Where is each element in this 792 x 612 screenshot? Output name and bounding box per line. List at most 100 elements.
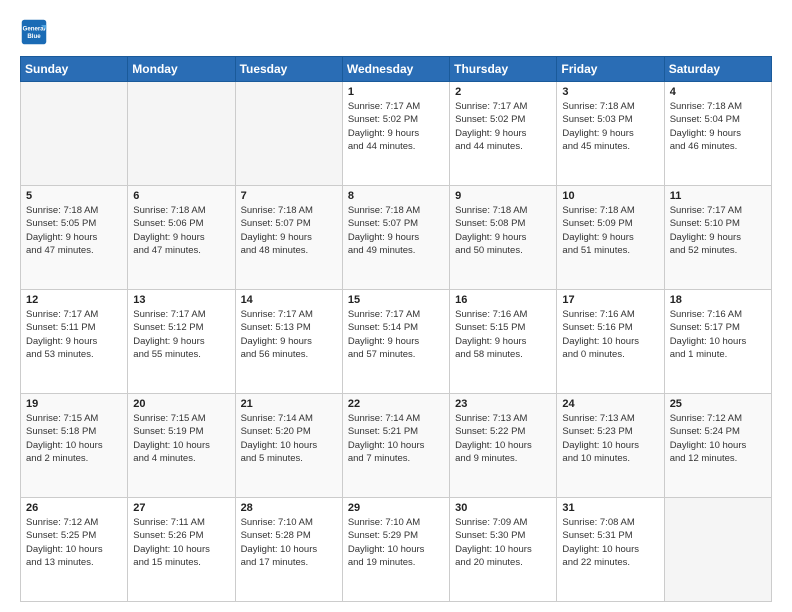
calendar-cell: 21Sunrise: 7:14 AM Sunset: 5:20 PM Dayli… <box>235 394 342 498</box>
day-number: 27 <box>133 502 229 514</box>
calendar-cell: 4 Sunrise: 7:18 AM Sunset: 5:04 PM Daylig… <box>664 82 771 186</box>
calendar-cell: 10Sunrise: 7:18 AM Sunset: 5:09 PM Dayli… <box>557 186 664 290</box>
calendar-cell: 12 Sunrise: 7:17 AM Sunset: 5:11 PM Dayli… <box>21 290 128 394</box>
calendar-cell: 27 Sunrise: 7:11 AM Sunset: 5:26 PM Dayli… <box>128 498 235 602</box>
calendar-cell: 26Sunrise: 7:12 AM Sunset: 5:25 PM Dayli… <box>21 498 128 602</box>
day-info: Sunrise: 7:13 AM Sunset: 5:22 PM Dayligh… <box>455 412 551 465</box>
day-info: Sunrise: 7:16 AM Sunset: 5:15 PM Dayligh… <box>455 308 551 361</box>
weekday-header-wednesday: Wednesday <box>342 57 449 82</box>
day-number: 8 <box>348 190 444 202</box>
day-number: 29 <box>348 502 444 514</box>
calendar-cell: 29Sunrise: 7:10 AM Sunset: 5:29 PM Dayli… <box>342 498 449 602</box>
calendar-cell: 15 Sunrise: 7:17 AM Sunset: 5:14 PM Dayli… <box>342 290 449 394</box>
day-info: Sunrise: 7:16 AM Sunset: 5:17 PM Dayligh… <box>670 308 766 361</box>
calendar-cell: 18 Sunrise: 7:16 AM Sunset: 5:17 PM Dayli… <box>664 290 771 394</box>
day-number: 22 <box>348 398 444 410</box>
calendar-cell: 7 Sunrise: 7:18 AM Sunset: 5:07 PM Daylig… <box>235 186 342 290</box>
day-info: Sunrise: 7:17 AM Sunset: 5:02 PM Dayligh… <box>455 100 551 153</box>
calendar-cell: 28 Sunrise: 7:10 AM Sunset: 5:28 PM Dayli… <box>235 498 342 602</box>
calendar-table: SundayMondayTuesdayWednesdayThursdayFrid… <box>20 56 772 602</box>
calendar-week-2: 5Sunrise: 7:18 AM Sunset: 5:05 PM Daylig… <box>21 186 772 290</box>
calendar-cell: 3 Sunrise: 7:18 AM Sunset: 5:03 PM Daylig… <box>557 82 664 186</box>
day-number: 20 <box>133 398 229 410</box>
day-number: 31 <box>562 502 658 514</box>
day-number: 10 <box>562 190 658 202</box>
calendar-cell: 31 Sunrise: 7:08 AM Sunset: 5:31 PM Dayli… <box>557 498 664 602</box>
day-info: Sunrise: 7:11 AM Sunset: 5:26 PM Dayligh… <box>133 516 229 569</box>
day-info: Sunrise: 7:17 AM Sunset: 5:14 PM Dayligh… <box>348 308 444 361</box>
calendar-cell <box>128 82 235 186</box>
day-info: Sunrise: 7:16 AM Sunset: 5:16 PM Dayligh… <box>562 308 658 361</box>
calendar-cell: 6 Sunrise: 7:18 AM Sunset: 5:06 PM Daylig… <box>128 186 235 290</box>
day-number: 9 <box>455 190 551 202</box>
day-number: 13 <box>133 294 229 306</box>
day-info: Sunrise: 7:15 AM Sunset: 5:19 PM Dayligh… <box>133 412 229 465</box>
day-info: Sunrise: 7:10 AM Sunset: 5:28 PM Dayligh… <box>241 516 337 569</box>
day-number: 24 <box>562 398 658 410</box>
day-number: 21 <box>241 398 337 410</box>
calendar-cell: 14 Sunrise: 7:17 AM Sunset: 5:13 PM Dayli… <box>235 290 342 394</box>
day-info: Sunrise: 7:18 AM Sunset: 5:08 PM Dayligh… <box>455 204 551 257</box>
calendar-week-1: 1 Sunrise: 7:17 AM Sunset: 5:02 PM Daylig… <box>21 82 772 186</box>
day-number: 19 <box>26 398 122 410</box>
day-number: 2 <box>455 86 551 98</box>
day-number: 4 <box>670 86 766 98</box>
weekday-header-thursday: Thursday <box>450 57 557 82</box>
day-info: Sunrise: 7:15 AM Sunset: 5:18 PM Dayligh… <box>26 412 122 465</box>
calendar-cell: 30 Sunrise: 7:09 AM Sunset: 5:30 PM Dayli… <box>450 498 557 602</box>
weekday-header-row: SundayMondayTuesdayWednesdayThursdayFrid… <box>21 57 772 82</box>
weekday-header-monday: Monday <box>128 57 235 82</box>
day-info: Sunrise: 7:08 AM Sunset: 5:31 PM Dayligh… <box>562 516 658 569</box>
day-number: 1 <box>348 86 444 98</box>
day-number: 30 <box>455 502 551 514</box>
day-info: Sunrise: 7:17 AM Sunset: 5:12 PM Dayligh… <box>133 308 229 361</box>
day-number: 28 <box>241 502 337 514</box>
svg-text:General: General <box>23 25 46 32</box>
day-number: 3 <box>562 86 658 98</box>
calendar-cell: 5Sunrise: 7:18 AM Sunset: 5:05 PM Daylig… <box>21 186 128 290</box>
day-info: Sunrise: 7:18 AM Sunset: 5:06 PM Dayligh… <box>133 204 229 257</box>
calendar-cell: 8 Sunrise: 7:18 AM Sunset: 5:07 PM Daylig… <box>342 186 449 290</box>
calendar-cell: 16 Sunrise: 7:16 AM Sunset: 5:15 PM Dayli… <box>450 290 557 394</box>
day-info: Sunrise: 7:09 AM Sunset: 5:30 PM Dayligh… <box>455 516 551 569</box>
calendar-cell: 20 Sunrise: 7:15 AM Sunset: 5:19 PM Dayli… <box>128 394 235 498</box>
day-number: 15 <box>348 294 444 306</box>
day-info: Sunrise: 7:12 AM Sunset: 5:24 PM Dayligh… <box>670 412 766 465</box>
day-number: 7 <box>241 190 337 202</box>
day-info: Sunrise: 7:18 AM Sunset: 5:07 PM Dayligh… <box>241 204 337 257</box>
calendar-cell: 9 Sunrise: 7:18 AM Sunset: 5:08 PM Daylig… <box>450 186 557 290</box>
calendar-cell: 22 Sunrise: 7:14 AM Sunset: 5:21 PM Dayli… <box>342 394 449 498</box>
day-info: Sunrise: 7:18 AM Sunset: 5:03 PM Dayligh… <box>562 100 658 153</box>
calendar-cell <box>21 82 128 186</box>
day-info: Sunrise: 7:17 AM Sunset: 5:11 PM Dayligh… <box>26 308 122 361</box>
calendar-cell: 23Sunrise: 7:13 AM Sunset: 5:22 PM Dayli… <box>450 394 557 498</box>
weekday-header-friday: Friday <box>557 57 664 82</box>
logo-icon: General Blue <box>20 18 48 46</box>
day-number: 16 <box>455 294 551 306</box>
day-info: Sunrise: 7:17 AM Sunset: 5:02 PM Dayligh… <box>348 100 444 153</box>
day-number: 12 <box>26 294 122 306</box>
weekday-header-sunday: Sunday <box>21 57 128 82</box>
day-info: Sunrise: 7:17 AM Sunset: 5:13 PM Dayligh… <box>241 308 337 361</box>
calendar-cell: 24Sunrise: 7:13 AM Sunset: 5:23 PM Dayli… <box>557 394 664 498</box>
header: General Blue <box>20 18 772 46</box>
day-number: 26 <box>26 502 122 514</box>
weekday-header-tuesday: Tuesday <box>235 57 342 82</box>
day-info: Sunrise: 7:18 AM Sunset: 5:05 PM Dayligh… <box>26 204 122 257</box>
day-info: Sunrise: 7:18 AM Sunset: 5:07 PM Dayligh… <box>348 204 444 257</box>
calendar-cell: 1 Sunrise: 7:17 AM Sunset: 5:02 PM Daylig… <box>342 82 449 186</box>
logo: General Blue <box>20 18 52 46</box>
day-info: Sunrise: 7:17 AM Sunset: 5:10 PM Dayligh… <box>670 204 766 257</box>
calendar-week-4: 19 Sunrise: 7:15 AM Sunset: 5:18 PM Dayli… <box>21 394 772 498</box>
calendar-cell: 13 Sunrise: 7:17 AM Sunset: 5:12 PM Dayli… <box>128 290 235 394</box>
svg-text:Blue: Blue <box>27 33 41 40</box>
day-info: Sunrise: 7:14 AM Sunset: 5:21 PM Dayligh… <box>348 412 444 465</box>
day-number: 6 <box>133 190 229 202</box>
day-info: Sunrise: 7:18 AM Sunset: 5:04 PM Dayligh… <box>670 100 766 153</box>
calendar-cell: 19 Sunrise: 7:15 AM Sunset: 5:18 PM Dayli… <box>21 394 128 498</box>
calendar-cell: 2 Sunrise: 7:17 AM Sunset: 5:02 PM Daylig… <box>450 82 557 186</box>
day-number: 14 <box>241 294 337 306</box>
day-number: 11 <box>670 190 766 202</box>
day-number: 18 <box>670 294 766 306</box>
calendar-page: General Blue SundayMondayTuesdayWednesda… <box>0 0 792 612</box>
